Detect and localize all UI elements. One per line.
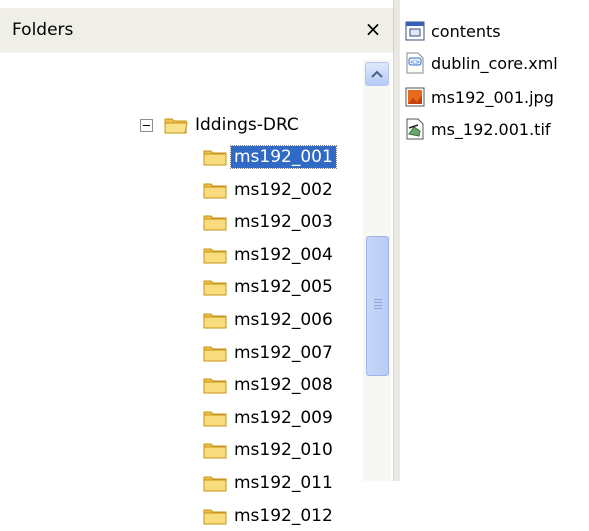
tree-item-label: Iddings-DRC [195,115,299,135]
folder-icon [203,378,227,394]
folder-icon [203,280,227,296]
folder-icon [203,248,227,264]
tree-item-label: ms192_010 [234,440,333,461]
folders-title: Folders [12,20,74,40]
folder-icon [203,150,227,166]
folder-icon [203,313,227,329]
tree-item-ms192-007[interactable]: ms192_007 [203,338,336,368]
tree-item-ms192-008[interactable]: ms192_008 [203,370,336,400]
tree-item-ms192-010[interactable]: ms192_010 [203,435,336,465]
file-item-dublin-core-xml[interactable]: <> dublin_core.xml [404,50,558,76]
file-item-ms-192-001-tif[interactable]: ms_192.001.tif [404,116,551,142]
file-label: ms_192.001.tif [431,119,551,139]
file-label: contents [431,21,501,41]
tree-item-ms192-001[interactable]: ms192_001 [203,142,337,172]
folder-icon [203,411,227,427]
collapse-expander-icon[interactable] [140,119,153,132]
svg-text:<>: <> [410,59,420,66]
jpg-file-icon [405,87,425,107]
file-item-contents[interactable]: contents [404,18,501,44]
tree-item-label: ms192_004 [234,244,333,265]
folder-icon [203,476,227,492]
close-folders-button[interactable]: × [362,18,384,40]
folder-icon [203,346,227,362]
tree-item-ms192-011[interactable]: ms192_011 [203,468,336,498]
tree-item-ms192-012[interactable]: ms192_012 [203,501,336,531]
tree-item-ms192-003[interactable]: ms192_003 [203,207,336,237]
pane-divider[interactable] [393,0,400,481]
tree-item-label: ms192_011 [234,473,333,493]
tif-file-icon [406,118,424,140]
folders-pane: Folders × Iddings-DRC ms192_001 ms192_002… [0,0,393,526]
scroll-up-button[interactable] [365,62,389,86]
file-label: dublin_core.xml [431,53,558,73]
files-pane: contents <> dublin_core.xml ms192_001.jp… [400,0,589,481]
tree-item-label: ms192_002 [234,179,333,200]
tree-item-label: ms192_001 [230,145,337,169]
vertical-scrollbar[interactable] [363,60,391,481]
folder-icon [203,215,227,231]
scroll-thumb[interactable] [366,236,389,376]
folder-icon [203,509,227,525]
tree-item-ms192-002[interactable]: ms192_002 [203,175,336,205]
file-item-ms192-001-jpg[interactable]: ms192_001.jpg [404,84,554,110]
tree-item-iddings-drc[interactable]: Iddings-DRC [164,110,302,140]
tree-item-label: ms192_006 [234,310,333,330]
file-label: ms192_001.jpg [431,87,554,107]
folder-tree: Iddings-DRC ms192_001 ms192_002 ms192_003m… [0,52,360,526]
folder-icon [203,443,227,459]
contents-file-icon [405,21,425,41]
tree-item-ms192-006[interactable]: ms192_006 [203,305,336,335]
tree-item-ms192-004[interactable]: ms192_004 [203,240,336,270]
tree-item-label: ms192_012 [234,505,333,526]
folders-header: Folders × [0,8,393,53]
open-folder-icon [164,118,188,134]
folder-icon [203,183,227,199]
tree-item-label: ms192_007 [234,342,333,363]
tree-item-ms192-009[interactable]: ms192_009 [203,403,336,433]
thumb-grip [374,299,382,300]
tree-item-ms192-005[interactable]: ms192_005 [203,272,336,302]
tree-item-label: ms192_008 [234,375,333,396]
tree-item-label: ms192_009 [234,407,333,428]
tree-item-label: ms192_005 [234,277,333,298]
explorer-window: Folders × Iddings-DRC ms192_001 ms192_002… [0,0,589,526]
chevron-up-icon [371,70,383,78]
tree-item-label: ms192_003 [234,212,333,233]
xml-file-icon: <> [406,52,424,74]
